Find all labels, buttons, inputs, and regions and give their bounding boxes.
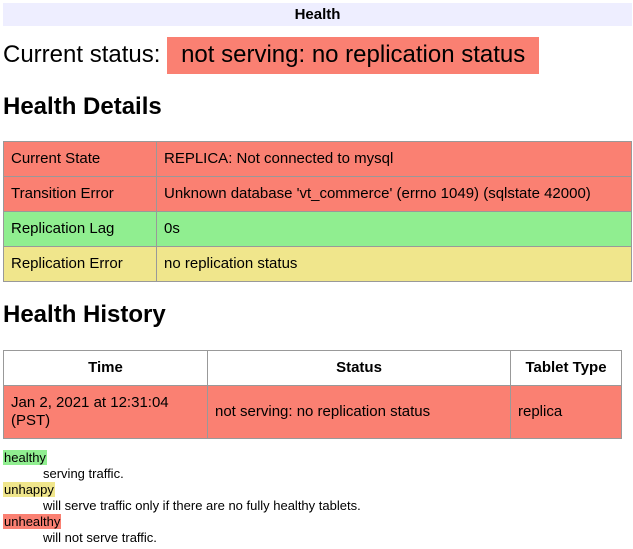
history-time: Jan 2, 2021 at 12:31:04 (PST) xyxy=(4,385,208,438)
health-history-heading: Health History xyxy=(3,301,632,329)
column-header-tablet-type: Tablet Type xyxy=(511,350,622,385)
column-header-status: Status xyxy=(208,350,511,385)
legend-description: will serve traffic only if there are no … xyxy=(43,498,632,514)
table-row: Transition Error Unknown database 'vt_co… xyxy=(4,177,632,212)
detail-key: Replication Error xyxy=(4,247,157,282)
table-row: Current State REPLICA: Not connected to … xyxy=(4,142,632,177)
detail-key: Current State xyxy=(4,142,157,177)
history-status: not serving: no replication status xyxy=(208,385,511,438)
detail-value: no replication status xyxy=(157,247,632,282)
current-status-line: Current status: not serving: no replicat… xyxy=(3,37,632,74)
table-row: Jan 2, 2021 at 12:31:04 (PST) not servin… xyxy=(4,385,622,438)
detail-key: Replication Lag xyxy=(4,212,157,247)
legend-description: serving traffic. xyxy=(43,466,632,482)
current-status-label: Current status: xyxy=(3,41,160,68)
current-status-badge: not serving: no replication status xyxy=(167,37,539,74)
legend-item: unhealthy xyxy=(3,514,632,530)
legend-term: unhealthy xyxy=(3,514,61,529)
detail-key: Transition Error xyxy=(4,177,157,212)
health-details-heading: Health Details xyxy=(3,93,632,121)
table-row: Replication Error no replication status xyxy=(4,247,632,282)
legend-item: healthy xyxy=(3,450,632,466)
detail-value: 0s xyxy=(157,212,632,247)
legend-item: unhappy xyxy=(3,482,632,498)
legend-description: will not serve traffic. xyxy=(43,530,632,546)
legend-term: unhappy xyxy=(3,482,55,497)
table-header-row: Time Status Tablet Type xyxy=(4,350,622,385)
detail-value: Unknown database 'vt_commerce' (errno 10… xyxy=(157,177,632,212)
health-history-table: Time Status Tablet Type Jan 2, 2021 at 1… xyxy=(3,350,622,439)
legend: healthy serving traffic. unhappy will se… xyxy=(3,450,632,546)
history-tablet-type: replica xyxy=(511,385,622,438)
column-header-time: Time xyxy=(4,350,208,385)
page-title: Health xyxy=(3,3,632,26)
legend-term: healthy xyxy=(3,450,47,465)
detail-value: REPLICA: Not connected to mysql xyxy=(157,142,632,177)
table-row: Replication Lag 0s xyxy=(4,212,632,247)
health-details-table: Current State REPLICA: Not connected to … xyxy=(3,141,632,282)
